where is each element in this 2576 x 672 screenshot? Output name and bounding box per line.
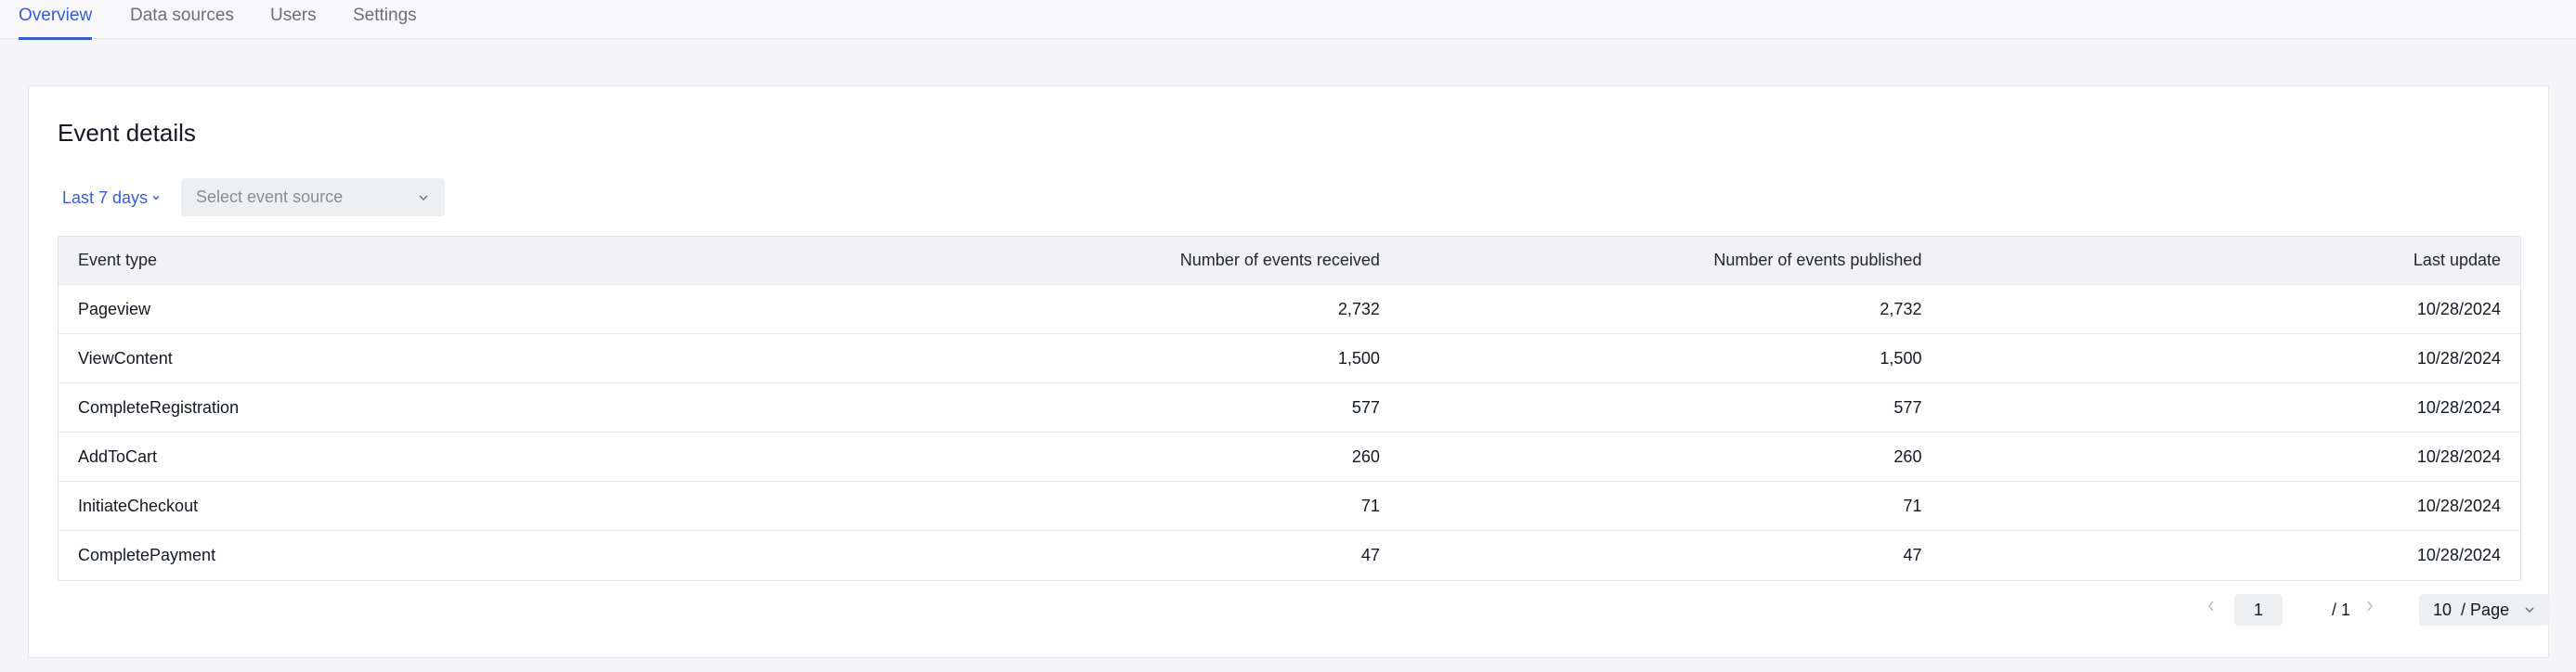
event-source-placeholder: Select event source bbox=[196, 187, 344, 206]
tab-users[interactable]: Users bbox=[270, 0, 317, 39]
column-header-events-published[interactable]: Number of events published bbox=[1399, 251, 1942, 270]
next-page-button[interactable] bbox=[2361, 594, 2379, 618]
last-update-cell: 10/28/2024 bbox=[2416, 496, 2501, 515]
last-update-cell: 10/28/2024 bbox=[2416, 348, 2501, 368]
events-published-cell: 47 bbox=[1903, 546, 1922, 564]
table-row: Pageview 2,732 2,732 10/28/2024 bbox=[59, 285, 2520, 334]
table-header-row: Event type Number of events received Num… bbox=[59, 237, 2520, 285]
event-details-card: Event details Last 7 days Select event s… bbox=[28, 85, 2549, 658]
event-type-cell: InitiateCheckout bbox=[78, 496, 199, 515]
page-total: / 1 bbox=[2332, 601, 2351, 619]
column-header-event-type[interactable]: Event type bbox=[59, 251, 856, 270]
page-number-input[interactable] bbox=[2234, 594, 2283, 626]
event-type-cell: AddToCart bbox=[78, 446, 158, 466]
event-type-cell: Pageview bbox=[78, 299, 151, 318]
date-range-dropdown[interactable]: Last 7 days bbox=[62, 179, 161, 216]
card-title: Event details bbox=[58, 119, 196, 147]
chevron-down-icon bbox=[2525, 607, 2534, 614]
events-published-cell: 71 bbox=[1903, 496, 1922, 515]
last-update-cell: 10/28/2024 bbox=[2416, 546, 2501, 564]
chevron-right-icon bbox=[2367, 601, 2373, 612]
events-received-cell: 260 bbox=[1351, 446, 1380, 466]
events-received-cell: 2,732 bbox=[1337, 299, 1380, 318]
events-received-cell: 47 bbox=[1360, 546, 1380, 564]
table-row: CompletePayment 47 47 10/28/2024 bbox=[59, 531, 2520, 580]
tab-data-sources[interactable]: Data sources bbox=[130, 0, 234, 39]
table-row: AddToCart 260 260 10/28/2024 bbox=[59, 433, 2520, 482]
events-published-cell: 577 bbox=[1893, 397, 1922, 417]
chevron-down-icon bbox=[152, 196, 160, 200]
tab-overview[interactable]: Overview bbox=[19, 0, 93, 40]
last-update-cell: 10/28/2024 bbox=[2416, 397, 2501, 417]
column-header-last-update[interactable]: Last update bbox=[1941, 251, 2520, 270]
table-row: InitiateCheckout 71 71 10/28/2024 bbox=[59, 482, 2520, 531]
event-type-cell: CompleteRegistration bbox=[78, 397, 240, 417]
top-tab-bar: Overview Data sources Users Settings bbox=[0, 0, 2576, 40]
page-size-suffix: / Page bbox=[2461, 600, 2510, 619]
events-received-cell: 1,500 bbox=[1337, 348, 1380, 368]
event-type-cell: CompletePayment bbox=[78, 546, 216, 564]
tab-settings[interactable]: Settings bbox=[353, 0, 417, 39]
events-received-cell: 71 bbox=[1360, 496, 1380, 515]
last-update-cell: 10/28/2024 bbox=[2416, 446, 2501, 466]
chevron-down-icon bbox=[419, 194, 428, 200]
events-published-cell: 1,500 bbox=[1880, 348, 1922, 368]
table-row: ViewContent 1,500 1,500 10/28/2024 bbox=[59, 334, 2520, 383]
events-received-cell: 577 bbox=[1351, 397, 1380, 417]
chevron-left-icon bbox=[2208, 601, 2214, 612]
events-published-cell: 260 bbox=[1893, 446, 1922, 466]
page-size-value: 10 bbox=[2433, 600, 2452, 619]
previous-page-button[interactable] bbox=[2202, 594, 2220, 618]
page-size-select[interactable]: 10 / Page bbox=[2419, 594, 2549, 626]
event-source-select[interactable]: Select event source bbox=[181, 178, 445, 216]
last-update-cell: 10/28/2024 bbox=[2416, 299, 2501, 318]
page-size-label: 10 / Page bbox=[2433, 601, 2509, 620]
date-range-label: Last 7 days bbox=[62, 187, 149, 207]
event-type-cell: ViewContent bbox=[78, 348, 173, 368]
column-header-events-received[interactable]: Number of events received bbox=[856, 251, 1399, 270]
table-row: CompleteRegistration 577 577 10/28/2024 bbox=[59, 383, 2520, 433]
events-published-cell: 2,732 bbox=[1880, 299, 1922, 318]
event-table: Event type Number of events received Num… bbox=[58, 236, 2521, 581]
